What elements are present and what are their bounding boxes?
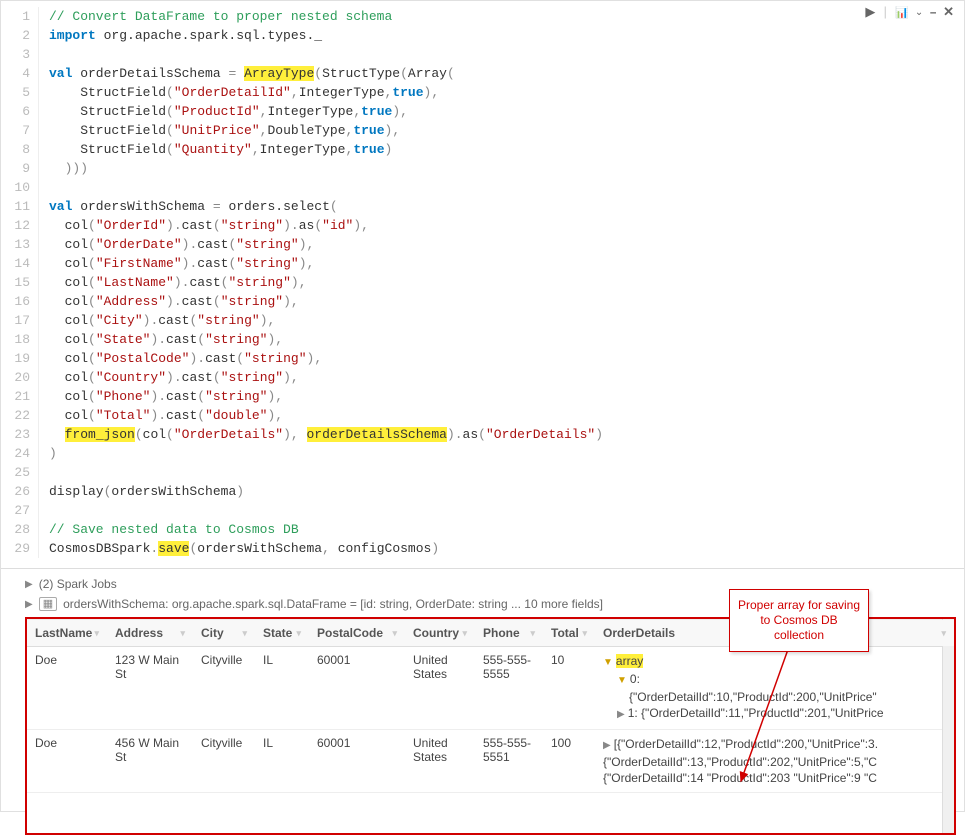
spark-jobs-label: (2) Spark Jobs xyxy=(39,577,117,591)
cell-total: 100 xyxy=(543,730,595,793)
table-row: Doe123 W Main StCityvilleIL60001United S… xyxy=(27,647,954,730)
cell-state: IL xyxy=(255,730,309,793)
cell-phone: 555-555-5555 xyxy=(475,647,543,730)
column-header[interactable]: PostalCode▾ xyxy=(309,620,405,647)
separator-icon: | xyxy=(881,5,889,20)
close-icon[interactable]: ✕ xyxy=(943,5,954,20)
column-header[interactable]: LastName▾ xyxy=(27,620,107,647)
column-header[interactable]: Country▾ xyxy=(405,620,475,647)
cell-total: 10 xyxy=(543,647,595,730)
schema-label: ordersWithSchema: org.apache.spark.sql.D… xyxy=(63,597,603,611)
table-body: Doe123 W Main StCityvilleIL60001United S… xyxy=(27,647,954,793)
column-header[interactable]: City▾ xyxy=(193,620,255,647)
column-header[interactable]: Address▾ xyxy=(107,620,193,647)
run-cell-icon[interactable]: ▶ xyxy=(865,5,875,20)
minimize-icon[interactable]: – xyxy=(929,5,937,20)
expand-triangle-icon[interactable]: ▶ xyxy=(25,579,33,590)
cell-toolbar: ▶ | 📊 ⌄ – ✕ xyxy=(865,5,954,20)
cell-phone: 555-555-5551 xyxy=(475,730,543,793)
cell-address: 123 W Main St xyxy=(107,647,193,730)
column-header[interactable]: Phone▾ xyxy=(475,620,543,647)
chevron-down-icon[interactable]: ⌄ xyxy=(915,7,923,19)
dataframe-icon: ▦ xyxy=(39,597,57,611)
table-row: Doe456 W Main StCityvilleIL60001United S… xyxy=(27,730,954,793)
cell-lastname: Doe xyxy=(27,647,107,730)
code-content[interactable]: // Convert DataFrame to proper nested sc… xyxy=(39,7,603,558)
column-header[interactable]: Total▾ xyxy=(543,620,595,647)
callout-text: Proper array for saving to Cosmos DB col… xyxy=(738,598,860,642)
cell-state: IL xyxy=(255,647,309,730)
cell-city: Cityville xyxy=(193,730,255,793)
expand-triangle-icon[interactable]: ▶ xyxy=(25,599,33,610)
annotation-arrow xyxy=(731,641,811,791)
vertical-scrollbar[interactable] xyxy=(942,619,954,833)
cell-city: Cityville xyxy=(193,647,255,730)
cell-country: United States xyxy=(405,647,475,730)
cell-postalcode: 60001 xyxy=(309,647,405,730)
cell-lastname: Doe xyxy=(27,730,107,793)
bar-chart-icon[interactable]: 📊 xyxy=(895,6,909,20)
annotation-callout: Proper array for saving to Cosmos DB col… xyxy=(729,589,869,652)
column-header[interactable]: State▾ xyxy=(255,620,309,647)
code-cell[interactable]: 1234567891011121314151617181920212223242… xyxy=(1,1,964,569)
cell-country: United States xyxy=(405,730,475,793)
cell-postalcode: 60001 xyxy=(309,730,405,793)
line-gutter: 1234567891011121314151617181920212223242… xyxy=(1,7,39,558)
cell-address: 456 W Main St xyxy=(107,730,193,793)
